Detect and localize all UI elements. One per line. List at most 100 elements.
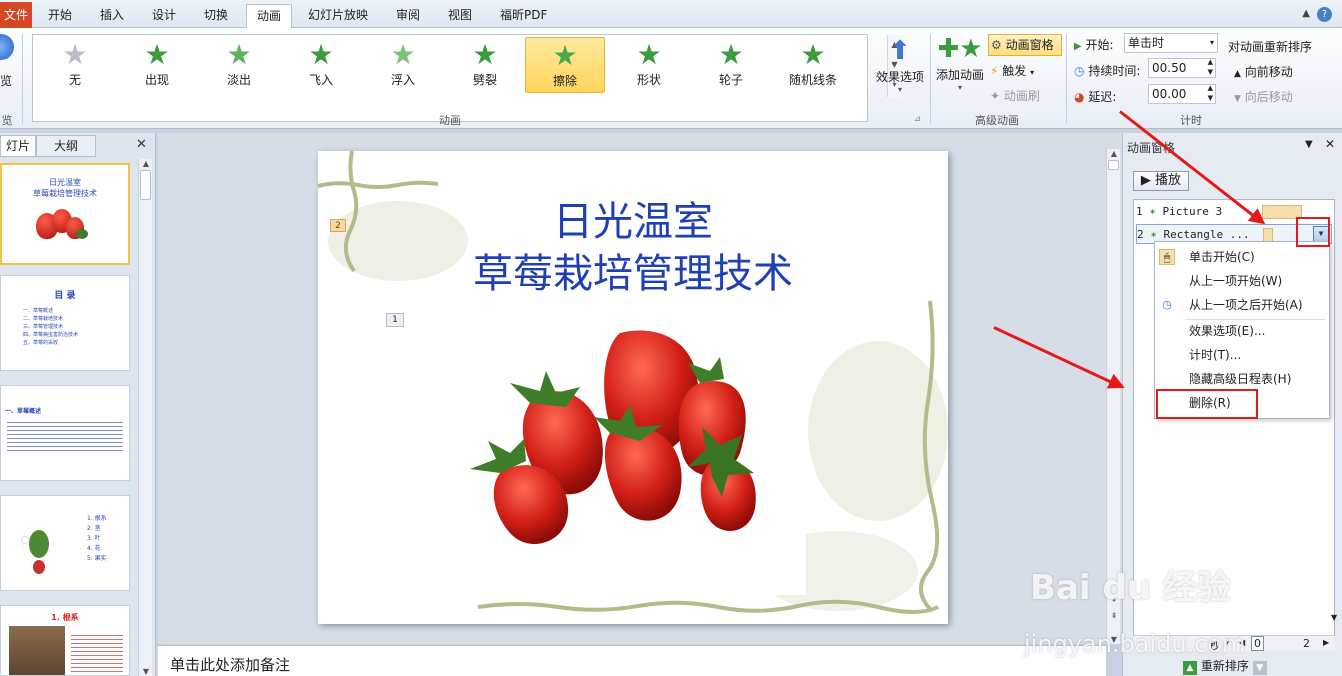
tab-slideshow[interactable]: 幻灯片放映 <box>308 4 368 28</box>
tab-view[interactable]: 视图 <box>448 4 472 28</box>
anim-wheel[interactable]: ★ 轮子 <box>691 37 771 93</box>
item-name: Rectangle ... <box>1163 228 1250 241</box>
tab-insert[interactable]: 插入 <box>100 4 124 28</box>
timeline-two: 2 <box>1303 637 1310 650</box>
arrow-up-icon: ⬆ <box>889 36 911 66</box>
thumb-line: 3. 叶 <box>87 535 101 542</box>
scroll-right-icon[interactable]: ▶ <box>1323 638 1329 647</box>
star-icon: ★ <box>308 38 334 71</box>
spinner-icon[interactable]: ▲ ▼ <box>1208 57 1213 77</box>
move-up-icon[interactable]: ▲ <box>1183 661 1197 675</box>
duration-input[interactable]: 00.50 ▲ ▼ <box>1148 58 1216 78</box>
tab-slides[interactable]: 灯片 <box>0 135 36 157</box>
anim-wipe[interactable]: ★ 擦除 <box>525 37 605 93</box>
add-animation-label: 添加动画 <box>935 68 984 82</box>
strawberry-picture[interactable] <box>410 313 806 595</box>
pane-scroll-down-icon[interactable]: ▼ <box>1331 613 1337 622</box>
anim-appear[interactable]: ★ 出现 <box>117 37 197 93</box>
scroll-thumb[interactable] <box>1108 160 1119 170</box>
strawberry-image <box>470 330 756 544</box>
dialog-launcher-icon[interactable]: ⊿ <box>914 114 921 123</box>
help-icon[interactable]: ? <box>1317 7 1332 22</box>
anim-tag-2[interactable]: 2 <box>330 219 346 232</box>
start-value: 单击时 <box>1128 36 1165 50</box>
tab-outline[interactable]: 大纲 <box>36 135 96 157</box>
tab-animations[interactable]: 动画 <box>246 4 293 29</box>
scroll-thumb[interactable] <box>140 170 151 200</box>
play-button[interactable]: ▶ 播放 <box>1133 171 1189 191</box>
slides-scrollbar[interactable]: ▲ ▼ <box>138 159 152 676</box>
close-icon[interactable]: ✕ <box>136 137 147 152</box>
scroll-down-icon[interactable]: ▼ <box>139 667 153 676</box>
thumb-title: 日光温室 <box>49 178 81 187</box>
anim-fly-in[interactable]: ★ 飞入 <box>281 37 361 93</box>
trigger-button[interactable]: ⚡ 触发 ▾ <box>990 62 1034 79</box>
animation-pane-button[interactable]: ⚙ 动画窗格 <box>988 34 1062 56</box>
menu-hide-timeline[interactable]: 隐藏高级日程表(H) <box>1155 368 1329 390</box>
move-earlier-button[interactable]: ▲ 向前移动 <box>1234 63 1293 80</box>
lightning-icon: ⚡ <box>990 64 999 78</box>
animation-gallery: ★ 无 ★ 出现 ★ 淡出 ★ 飞入 ★ 浮入 ★ 劈裂 ★ 擦除 ★ 形状 ★ 轮子 ★ 随机线条… <box>32 34 901 122</box>
thumb-line: 2. 茎 <box>87 525 101 532</box>
anim-label: 劈裂 <box>472 73 497 87</box>
tab-transitions[interactable]: 切换 <box>204 4 228 28</box>
annotation-box-delete <box>1156 389 1258 419</box>
anim-random-bars[interactable]: ★ 随机线条 <box>773 37 853 93</box>
add-animation-button[interactable]: ✚★ 添加动画 ▾ <box>934 32 986 106</box>
thumb-line: 一、草莓概述 <box>23 308 54 314</box>
scroll-up-icon[interactable]: ▲ <box>1107 149 1121 158</box>
slide-thumb-5[interactable]: 1. 根系 <box>0 605 130 676</box>
pane-menu-icon[interactable]: ▼ <box>1305 139 1313 150</box>
tab-review[interactable]: 审阅 <box>396 4 420 28</box>
chevron-down-icon: ▾ <box>1209 38 1214 47</box>
wipe-star-icon: ✶ <box>1150 228 1157 241</box>
anim-tag-1[interactable]: 1 <box>386 313 404 327</box>
clock-icon: ◷ <box>1074 64 1085 78</box>
slide-subtitle[interactable]: 草莓栽培管理技术 <box>318 251 948 297</box>
menu-start-on-click[interactable]: 🖱 单击开始(C) <box>1155 246 1329 268</box>
tab-file[interactable]: 文件 <box>0 2 32 28</box>
slide-thumb-1[interactable]: 日光温室 草莓栽培管理技术 <box>0 163 130 265</box>
effect-options-button[interactable]: ⬆ 效果选项 ▾ <box>872 34 928 104</box>
menu-with-previous[interactable]: 从上一项开始(W) <box>1155 270 1329 292</box>
start-label: ▶ 开始: <box>1074 38 1114 52</box>
duration-label: ◷ 持续时间: <box>1074 64 1141 78</box>
thumb-text-block <box>71 632 123 672</box>
anim-label: 浮入 <box>390 73 415 87</box>
star-icon: ★ <box>144 38 170 71</box>
anim-shape[interactable]: ★ 形状 <box>609 37 689 93</box>
close-icon[interactable]: ✕ <box>1325 137 1335 151</box>
delay-input[interactable]: 00.00 ▲ ▼ <box>1148 84 1216 104</box>
spinner-icon[interactable]: ▲ ▼ <box>1208 83 1213 103</box>
animation-painter-button[interactable]: ✦ 动画刷 <box>990 87 1040 104</box>
item-number: 2 <box>1137 228 1144 241</box>
slide-thumb-2[interactable]: 目 录 一、草莓概述 二、草莓栽培技术 三、草莓管理技术 四、草莓病虫害防治技术… <box>0 275 130 371</box>
menu-after-previous[interactable]: ◷ 从上一项之后开始(A) <box>1155 294 1329 316</box>
next-slide-icon[interactable]: ⇟ <box>1107 611 1121 620</box>
reorder-title: 对动画重新排序 <box>1228 40 1313 54</box>
slide-thumb-4[interactable]: 1. 根系 2. 茎 3. 叶 4. 花 5. 果实 <box>0 495 130 591</box>
anim-none[interactable]: ★ 无 <box>35 37 115 93</box>
menu-effect-options[interactable]: 效果选项(E)... <box>1155 320 1329 342</box>
thumb-plant-image <box>13 526 63 576</box>
tab-design[interactable]: 设计 <box>152 4 176 28</box>
minimize-ribbon-icon[interactable]: ▲ <box>1302 8 1310 19</box>
slide-thumb-3[interactable]: 一、草莓概述 <box>0 385 130 481</box>
anim-split[interactable]: ★ 劈裂 <box>445 37 525 93</box>
scroll-up-icon[interactable]: ▲ <box>139 159 153 168</box>
watermark-logo: Bai du 经验 <box>1030 568 1231 608</box>
anim-float-in[interactable]: ★ 浮入 <box>363 37 443 93</box>
preview-button[interactable] <box>0 34 14 64</box>
anim-fade[interactable]: ★ 淡出 <box>199 37 279 93</box>
move-down-icon[interactable]: ▼ <box>1252 661 1267 675</box>
tab-foxit-pdf[interactable]: 福昕PDF <box>500 4 547 28</box>
slide-title[interactable]: 日光温室 <box>318 199 948 245</box>
move-later-button[interactable]: ▼ 向后移动 <box>1234 88 1293 105</box>
start-select[interactable]: 单击时 ▾ <box>1124 33 1218 53</box>
star-icon: ★ <box>390 38 416 71</box>
notes-pane[interactable]: 单击此处添加备注 <box>158 645 1106 676</box>
tab-home[interactable]: 开始 <box>48 4 72 28</box>
thumb-subtitle: 草莓栽培管理技术 <box>33 189 97 198</box>
triangle-up-icon: ▲ <box>1234 69 1241 79</box>
menu-timing[interactable]: 计时(T)... <box>1155 344 1329 366</box>
